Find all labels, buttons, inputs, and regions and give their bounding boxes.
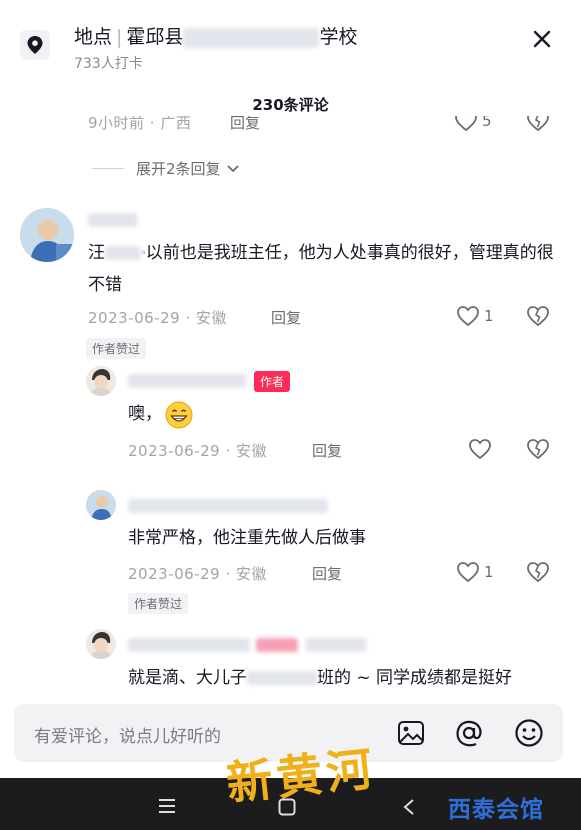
author-liked-badge: 作者赞过 <box>128 593 189 614</box>
comment-text-start: 汪 <box>88 243 105 263</box>
redacted-username <box>128 374 246 388</box>
redacted-mention <box>105 246 141 260</box>
redacted-class <box>247 671 317 685</box>
reply-text: 非常严格，他注重先做人后做事 <box>128 528 366 548</box>
like-count: 1 <box>484 563 494 581</box>
broken-heart-icon[interactable] <box>526 438 550 464</box>
emoji-icon[interactable] <box>514 718 544 752</box>
reply-button[interactable]: 回复 <box>312 440 342 461</box>
heart-icon <box>457 562 479 583</box>
location-pin-icon <box>20 30 50 60</box>
heart-icon <box>469 439 491 460</box>
location-header: 地点 | 霍邱县 学校 733人打卡 <box>0 0 581 80</box>
broken-heart-icon[interactable] <box>526 561 550 587</box>
at-icon[interactable] <box>454 718 484 752</box>
avatar[interactable] <box>86 366 116 396</box>
location-label: 地点 <box>74 26 113 48</box>
divider <box>92 168 124 169</box>
checkin-count: 733人打卡 <box>74 56 143 72</box>
comment-input[interactable]: 有爱评论，说点儿好听的 <box>34 722 221 747</box>
comment-text: 汪 ᵃ以前也是我班主任，他为人处事真的很好，管理真的很不错 <box>88 243 554 295</box>
heart-icon <box>457 306 479 327</box>
reply-button[interactable]: 回复 <box>312 563 342 584</box>
like-button[interactable]: 5 <box>454 116 492 132</box>
image-icon[interactable] <box>396 718 426 752</box>
reply-button[interactable]: 回复 <box>271 307 301 328</box>
broken-heart-icon[interactable] <box>526 305 550 331</box>
broken-heart-icon[interactable] <box>526 116 550 136</box>
author-liked-badge: 作者赞过 <box>86 338 147 359</box>
like-count: 5 <box>482 116 492 130</box>
reply-text: 噢， <box>128 399 194 430</box>
close-icon[interactable] <box>530 27 554 51</box>
previous-comment-row: 9小时前 · 广西 回复 5 <box>0 116 581 138</box>
avatar[interactable] <box>86 490 116 520</box>
avatar[interactable] <box>20 208 74 262</box>
author-badge: 作者 <box>254 371 291 392</box>
comment-count: 230条评论 <box>252 96 329 114</box>
like-button[interactable] <box>468 438 492 460</box>
grin-emoji-icon <box>164 400 194 430</box>
expand-replies-button[interactable]: 展开2条回复 <box>92 158 241 179</box>
reply-button[interactable]: 回复 <box>230 116 260 133</box>
reply-text-start: 就是滴、大儿子 <box>128 668 247 688</box>
avatar[interactable] <box>86 629 116 659</box>
expand-label: 展开2条回复 <box>136 160 221 178</box>
reply-text-end: 班的 ~ 同学成绩都是挺好 <box>317 668 513 688</box>
heart-icon <box>455 116 477 132</box>
like-button[interactable]: 1 <box>456 305 494 327</box>
redacted-name <box>183 27 320 48</box>
reply-meta: 2023-06-29 · 安徽 <box>128 565 267 583</box>
comment-meta: 2023-06-29 · 安徽 <box>88 309 227 327</box>
location-suffix: 学校 <box>319 26 358 48</box>
redacted-username <box>128 638 250 652</box>
redacted-meta <box>306 638 366 652</box>
like-button[interactable]: 1 <box>456 561 494 583</box>
watermark-corner-logo: 西泰会馆 <box>448 797 544 823</box>
like-count: 1 <box>484 307 494 325</box>
redacted-username <box>88 213 138 227</box>
back-icon[interactable] <box>402 798 416 820</box>
reply-meta: 2023-06-29 · 安徽 <box>128 442 267 460</box>
comment-text-body: 以前也是我班主任，他为人处事真的很好，管理真的很不错 <box>88 243 554 295</box>
redacted-username <box>128 499 328 513</box>
menu-icon[interactable] <box>158 798 176 818</box>
reply-text-content: 噢， <box>128 404 162 424</box>
redacted-badge <box>256 638 298 652</box>
chevron-down-icon <box>226 164 239 172</box>
comment-meta: 9小时前 · 广西 <box>88 116 192 132</box>
location-title[interactable]: 地点 | 霍邱县 学校 <box>74 22 357 49</box>
location-county: 霍邱县 <box>126 26 184 48</box>
